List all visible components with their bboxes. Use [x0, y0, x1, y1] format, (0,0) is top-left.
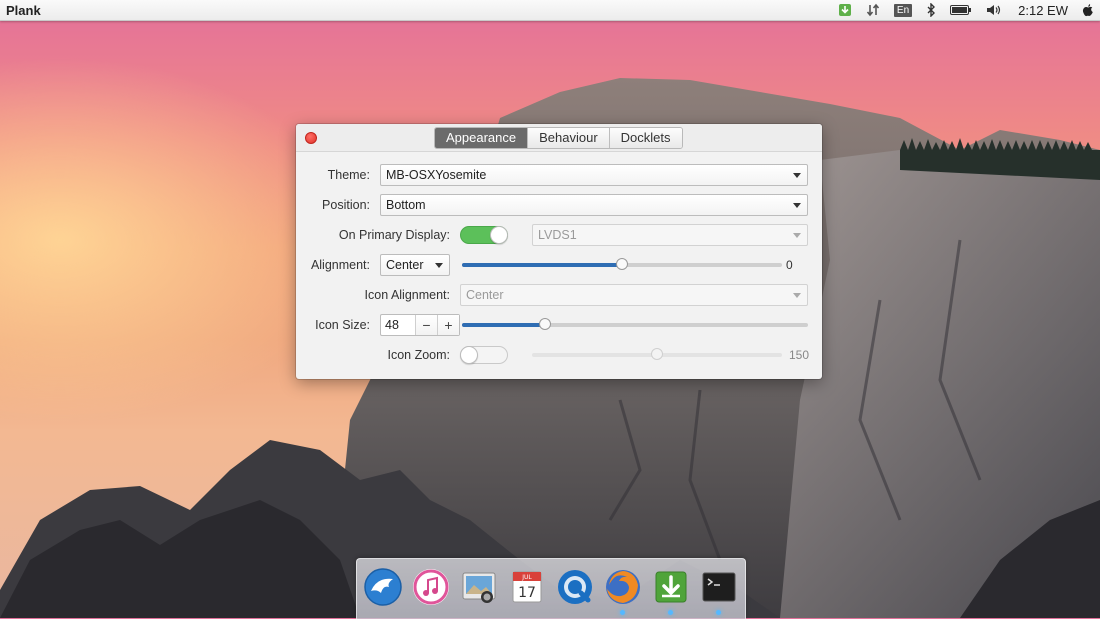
position-dropdown[interactable]: Bottom	[380, 194, 808, 216]
plank-dock: JUL 17	[356, 558, 746, 619]
display-dropdown: LVDS1	[532, 224, 808, 246]
alignment-label: Alignment:	[310, 258, 370, 272]
theme-value: MB-OSXYosemite	[386, 168, 487, 182]
volume-icon[interactable]	[986, 3, 1002, 17]
tab-appearance[interactable]: Appearance	[435, 128, 528, 148]
dock-item-image-viewer[interactable]	[459, 567, 499, 607]
update-manager-icon[interactable]	[838, 3, 852, 17]
tab-behaviour[interactable]: Behaviour	[527, 128, 609, 148]
icon-size-spinner[interactable]: 48 − +	[380, 314, 460, 336]
dock-item-software-updater[interactable]	[651, 567, 691, 615]
chevron-down-icon	[435, 263, 443, 268]
primary-display-label: On Primary Display:	[338, 228, 450, 242]
running-indicator	[620, 610, 625, 615]
theme-dropdown[interactable]: MB-OSXYosemite	[380, 164, 808, 186]
battery-icon[interactable]	[950, 4, 972, 16]
quicktime-icon	[558, 570, 592, 604]
tab-docklets[interactable]: Docklets	[608, 128, 682, 148]
chevron-down-icon	[793, 203, 801, 208]
apple-logo-icon[interactable]	[1082, 3, 1094, 17]
dock-item-finder[interactable]	[363, 567, 403, 607]
alignment-dropdown[interactable]: Center	[380, 254, 450, 276]
slider-thumb[interactable]	[539, 318, 552, 330]
offset-value: 0	[786, 258, 793, 272]
eagle-finder-icon	[364, 568, 402, 606]
tab-bar: Appearance Behaviour Docklets	[434, 127, 683, 149]
icon-size-slider[interactable]	[462, 318, 808, 330]
terminal-icon	[702, 572, 736, 602]
image-viewer-icon	[462, 572, 496, 603]
decrement-button[interactable]: −	[415, 315, 437, 335]
network-icon[interactable]	[866, 3, 880, 17]
position-label: Position:	[322, 198, 370, 212]
calendar-day: 17	[518, 585, 536, 601]
theme-label: Theme:	[327, 168, 370, 182]
switch-knob	[460, 346, 478, 364]
close-button[interactable]	[305, 132, 317, 144]
plank-preferences-window: Appearance Behaviour Docklets Theme: MB-…	[296, 124, 822, 379]
icon-size-value[interactable]: 48	[381, 315, 415, 335]
offset-slider[interactable]	[462, 258, 782, 270]
active-app-name[interactable]: Plank	[6, 3, 41, 18]
slider-fill	[462, 323, 546, 327]
software-updater-icon	[655, 571, 687, 603]
dock-item-quicktime[interactable]	[555, 567, 595, 607]
slider-fill	[462, 263, 622, 267]
display-value: LVDS1	[538, 228, 577, 242]
icon-zoom-label: Icon Zoom:	[387, 348, 450, 362]
chevron-down-icon	[793, 173, 801, 178]
alignment-value: Center	[386, 258, 424, 272]
position-value: Bottom	[386, 198, 426, 212]
icon-size-label: Icon Size:	[315, 318, 370, 332]
primary-display-switch[interactable]	[460, 226, 508, 244]
dock-item-firefox[interactable]	[603, 567, 643, 615]
slider-thumb	[651, 348, 663, 360]
clock[interactable]: 2:12 EW	[1018, 3, 1068, 18]
calendar-month: JUL	[521, 574, 532, 581]
switch-knob	[490, 226, 508, 244]
keyboard-layout-label: En	[893, 3, 913, 17]
bluetooth-icon[interactable]	[926, 3, 936, 17]
icon-zoom-slider	[532, 348, 782, 360]
chevron-down-icon	[793, 293, 801, 298]
increment-button[interactable]: +	[437, 315, 459, 335]
icon-zoom-value: 150	[789, 348, 810, 362]
icon-zoom-switch[interactable]	[460, 346, 508, 364]
firefox-icon	[606, 570, 640, 604]
keyboard-layout-icon[interactable]: En	[893, 3, 913, 17]
window-titlebar[interactable]: Appearance Behaviour Docklets	[296, 124, 822, 152]
itunes-icon	[413, 569, 449, 605]
chevron-down-icon	[793, 233, 801, 238]
icon-alignment-dropdown: Center	[460, 284, 808, 306]
running-indicator	[716, 610, 721, 615]
calendar-icon: JUL 17	[512, 571, 542, 603]
running-indicator	[668, 610, 673, 615]
dock-item-calendar[interactable]: JUL 17	[507, 567, 547, 607]
dock-item-itunes[interactable]	[411, 567, 451, 607]
slider-thumb[interactable]	[616, 258, 628, 270]
system-tray: En 2:12 EW	[824, 0, 1094, 20]
top-panel: Plank En 2:12 EW	[0, 0, 1100, 21]
icon-alignment-label: Icon Alignment:	[364, 288, 450, 302]
dock-item-terminal[interactable]	[699, 567, 739, 615]
icon-alignment-value: Center	[466, 288, 504, 302]
